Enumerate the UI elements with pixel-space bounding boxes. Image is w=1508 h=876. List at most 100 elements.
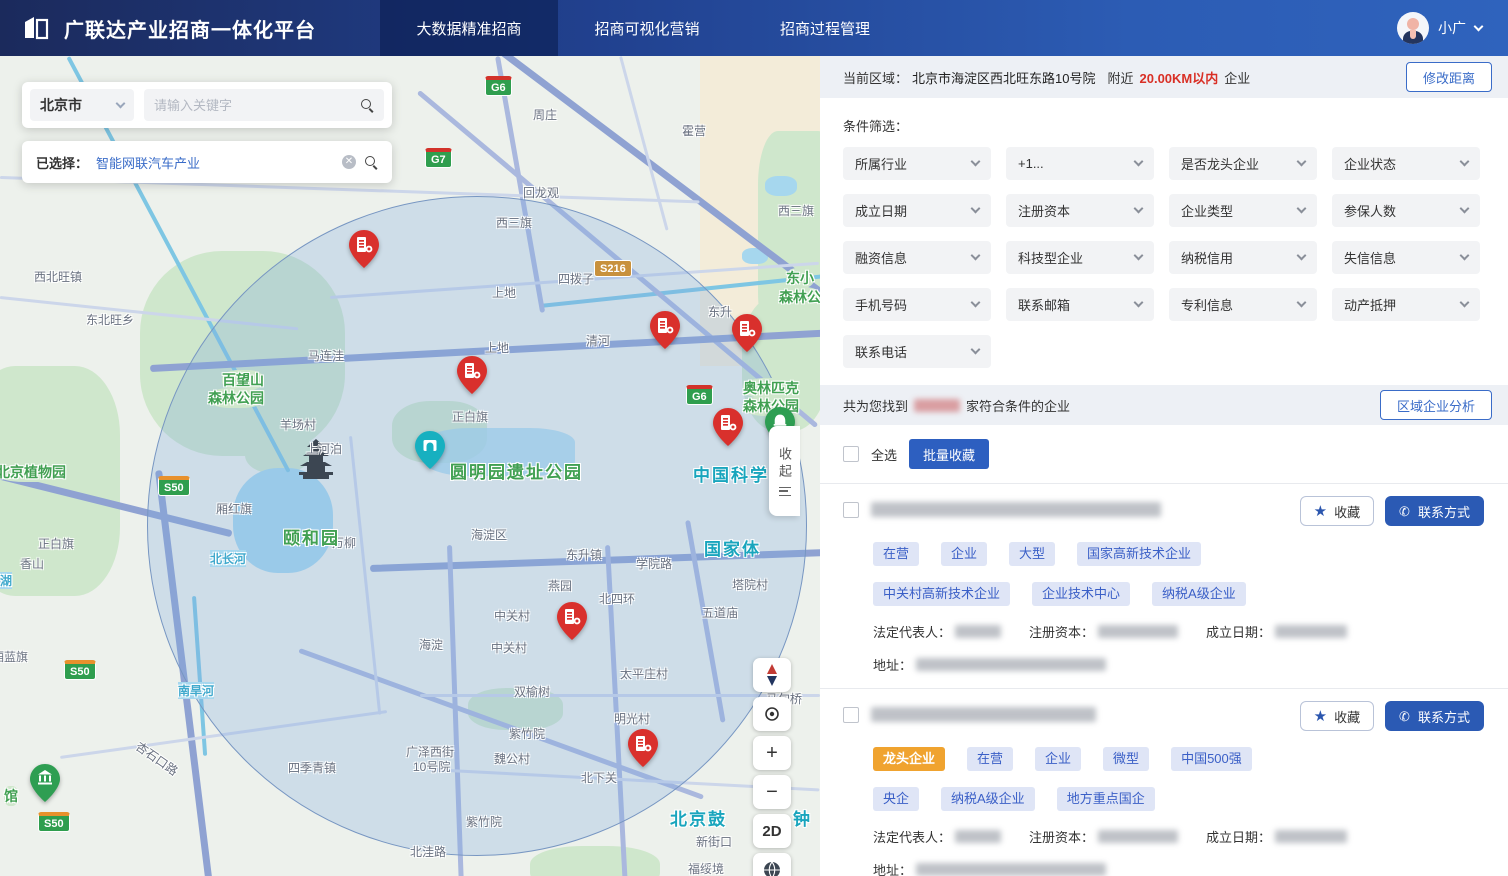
chevron-down-icon[interactable] <box>1474 21 1484 31</box>
red-map-pin[interactable] <box>713 408 743 446</box>
map-label-town: 新街口 <box>696 833 732 850</box>
filter-dropdown[interactable]: 成立日期 <box>843 194 991 227</box>
company-address-row: 地址： <box>873 860 1484 876</box>
zoom-out-button[interactable]: − <box>753 775 791 809</box>
filter-dropdown[interactable]: 联系邮箱 <box>1006 288 1154 321</box>
map-label-town: 周庄 <box>533 106 557 123</box>
filter-dropdown[interactable]: 注册资本 <box>1006 194 1154 227</box>
city-select[interactable]: 北京市 <box>30 89 134 121</box>
chevron-down-icon <box>1297 157 1307 167</box>
map-canvas[interactable]: 周庄霍营回龙观西三旗西三旗四拨子上地上地马连洼西北旺镇东北旺乡清河东升羊场村上河… <box>0 56 820 876</box>
filter-dropdown[interactable]: 失信信息 <box>1332 241 1480 274</box>
map-label-town: 福绥境 <box>688 860 724 876</box>
company-tag-row: 中关村高新技术企业企业技术中心纳税A级企业 <box>873 582 1484 606</box>
filter-dropdown[interactable]: 企业类型 <box>1169 194 1317 227</box>
selected-industry-value: 智能网联汽车产业 <box>96 153 334 172</box>
map-label-town: 东北旺乡 <box>86 311 134 328</box>
filter-dropdown[interactable]: 是否龙头企业 <box>1169 147 1317 180</box>
red-map-pin[interactable] <box>349 230 379 268</box>
contact-button[interactable]: ✆联系方式 <box>1385 701 1484 731</box>
summer-palace-pagoda-icon <box>293 438 339 480</box>
select-all-checkbox[interactable] <box>843 446 859 462</box>
red-map-pin[interactable] <box>457 356 487 394</box>
filter-dropdown[interactable]: 专利信息 <box>1169 288 1317 321</box>
keyword-search-box <box>144 89 384 121</box>
filter-dropdown[interactable]: +1... <box>1006 147 1154 180</box>
filter-label: 联系邮箱 <box>1018 295 1070 314</box>
company-info-item: 成立日期： <box>1206 827 1347 846</box>
company-checkbox[interactable] <box>843 707 859 723</box>
filter-label: 专利信息 <box>1181 295 1233 314</box>
map-label-poi: 北京鼓 <box>670 805 727 830</box>
red-map-pin[interactable] <box>732 314 762 352</box>
filter-dropdown[interactable]: 科技型企业 <box>1006 241 1154 274</box>
filter-dropdown[interactable]: 联系电话 <box>843 335 991 368</box>
company-card-list: ★收藏✆联系方式在营企业大型国家高新技术企业中关村高新技术企业企业技术中心纳税A… <box>820 484 1508 876</box>
chevron-down-icon <box>1297 251 1307 261</box>
search-icon[interactable] <box>364 155 378 169</box>
company-checkbox[interactable] <box>843 502 859 518</box>
edit-distance-button[interactable]: 修改距离 <box>1406 62 1492 92</box>
favorite-button[interactable]: ★收藏 <box>1300 496 1374 526</box>
red-map-pin[interactable] <box>557 602 587 640</box>
company-tag: 中国500强 <box>1171 747 1252 771</box>
leading-company-tag: 龙头企业 <box>873 747 945 771</box>
company-info-item: 法定代表人： <box>873 622 1001 641</box>
road-shield: S50 <box>38 812 70 832</box>
mode-2d-button[interactable]: 2D <box>753 814 791 848</box>
zoom-in-button[interactable]: + <box>753 736 791 770</box>
globe-button[interactable] <box>753 853 791 876</box>
filter-label: 纳税信用 <box>1181 248 1233 267</box>
info-value-blurred <box>1275 830 1347 843</box>
chevron-down-icon <box>1134 157 1144 167</box>
company-info-item: 注册资本： <box>1029 622 1178 641</box>
company-tag: 大型 <box>1009 542 1055 566</box>
red-map-pin[interactable] <box>628 729 658 767</box>
filter-dropdown[interactable]: 纳税信用 <box>1169 241 1317 274</box>
filter-dropdown[interactable]: 融资信息 <box>843 241 991 274</box>
filter-dropdown[interactable]: 手机号码 <box>843 288 991 321</box>
locate-button[interactable] <box>753 697 791 731</box>
filter-dropdown[interactable]: 动产抵押 <box>1332 288 1480 321</box>
app-title: 广联达产业招商一体化平台 <box>64 14 316 43</box>
batch-favorite-button[interactable]: 批量收藏 <box>909 439 989 469</box>
map-label-park: 馆 <box>4 786 18 806</box>
region-analysis-button[interactable]: 区域企业分析 <box>1380 390 1492 420</box>
filter-dropdown[interactable]: 所属行业 <box>843 147 991 180</box>
map-label-town: 西北旺镇 <box>34 268 82 285</box>
museum-map-pin[interactable] <box>30 764 60 802</box>
result-suffix: 家符合条件的企业 <box>966 396 1070 415</box>
nav-tab-3[interactable]: 招商过程管理 <box>736 0 914 56</box>
compass-button[interactable] <box>753 658 791 692</box>
chevron-down-icon <box>1134 251 1144 261</box>
contact-label: 联系方式 <box>1418 707 1470 726</box>
user-area[interactable]: 小广 <box>1397 0 1482 56</box>
chevron-down-icon <box>1460 204 1470 214</box>
keyword-input[interactable] <box>154 98 360 113</box>
region-near: 附近 <box>1107 68 1133 87</box>
favorite-button[interactable]: ★收藏 <box>1300 701 1374 731</box>
chevron-down-icon <box>1297 298 1307 308</box>
company-tag: 中关村高新技术企业 <box>873 582 1010 606</box>
red-map-pin[interactable] <box>650 311 680 349</box>
clear-selection-icon[interactable]: ✕ <box>342 155 356 169</box>
selected-label: 已选择： <box>36 153 88 172</box>
search-icon[interactable] <box>360 98 374 112</box>
chevron-down-icon <box>1460 298 1470 308</box>
nav-tab-2[interactable]: 招商可视化营销 <box>558 0 736 56</box>
info-label: 注册资本： <box>1029 827 1094 846</box>
company-card: ★收藏✆联系方式在营企业大型国家高新技术企业中关村高新技术企业企业技术中心纳税A… <box>820 484 1508 688</box>
chevron-down-icon <box>1134 298 1144 308</box>
nav-tab-1[interactable]: 大数据精准招商 <box>380 0 558 56</box>
company-tag: 企业 <box>1035 747 1081 771</box>
user-avatar <box>1397 12 1429 44</box>
teal-map-pin[interactable] <box>415 431 445 469</box>
filter-dropdown[interactable]: 企业状态 <box>1332 147 1480 180</box>
company-tag: 纳税A级企业 <box>1152 582 1246 606</box>
region-address: 北京市海淀区西北旺东路10号院 <box>912 68 1095 87</box>
filter-label: 动产抵押 <box>1344 295 1396 314</box>
filter-label: 参保人数 <box>1344 201 1396 220</box>
collapse-panel-tab[interactable]: 收起 <box>769 426 800 516</box>
filter-dropdown[interactable]: 参保人数 <box>1332 194 1480 227</box>
contact-button[interactable]: ✆联系方式 <box>1385 496 1484 526</box>
